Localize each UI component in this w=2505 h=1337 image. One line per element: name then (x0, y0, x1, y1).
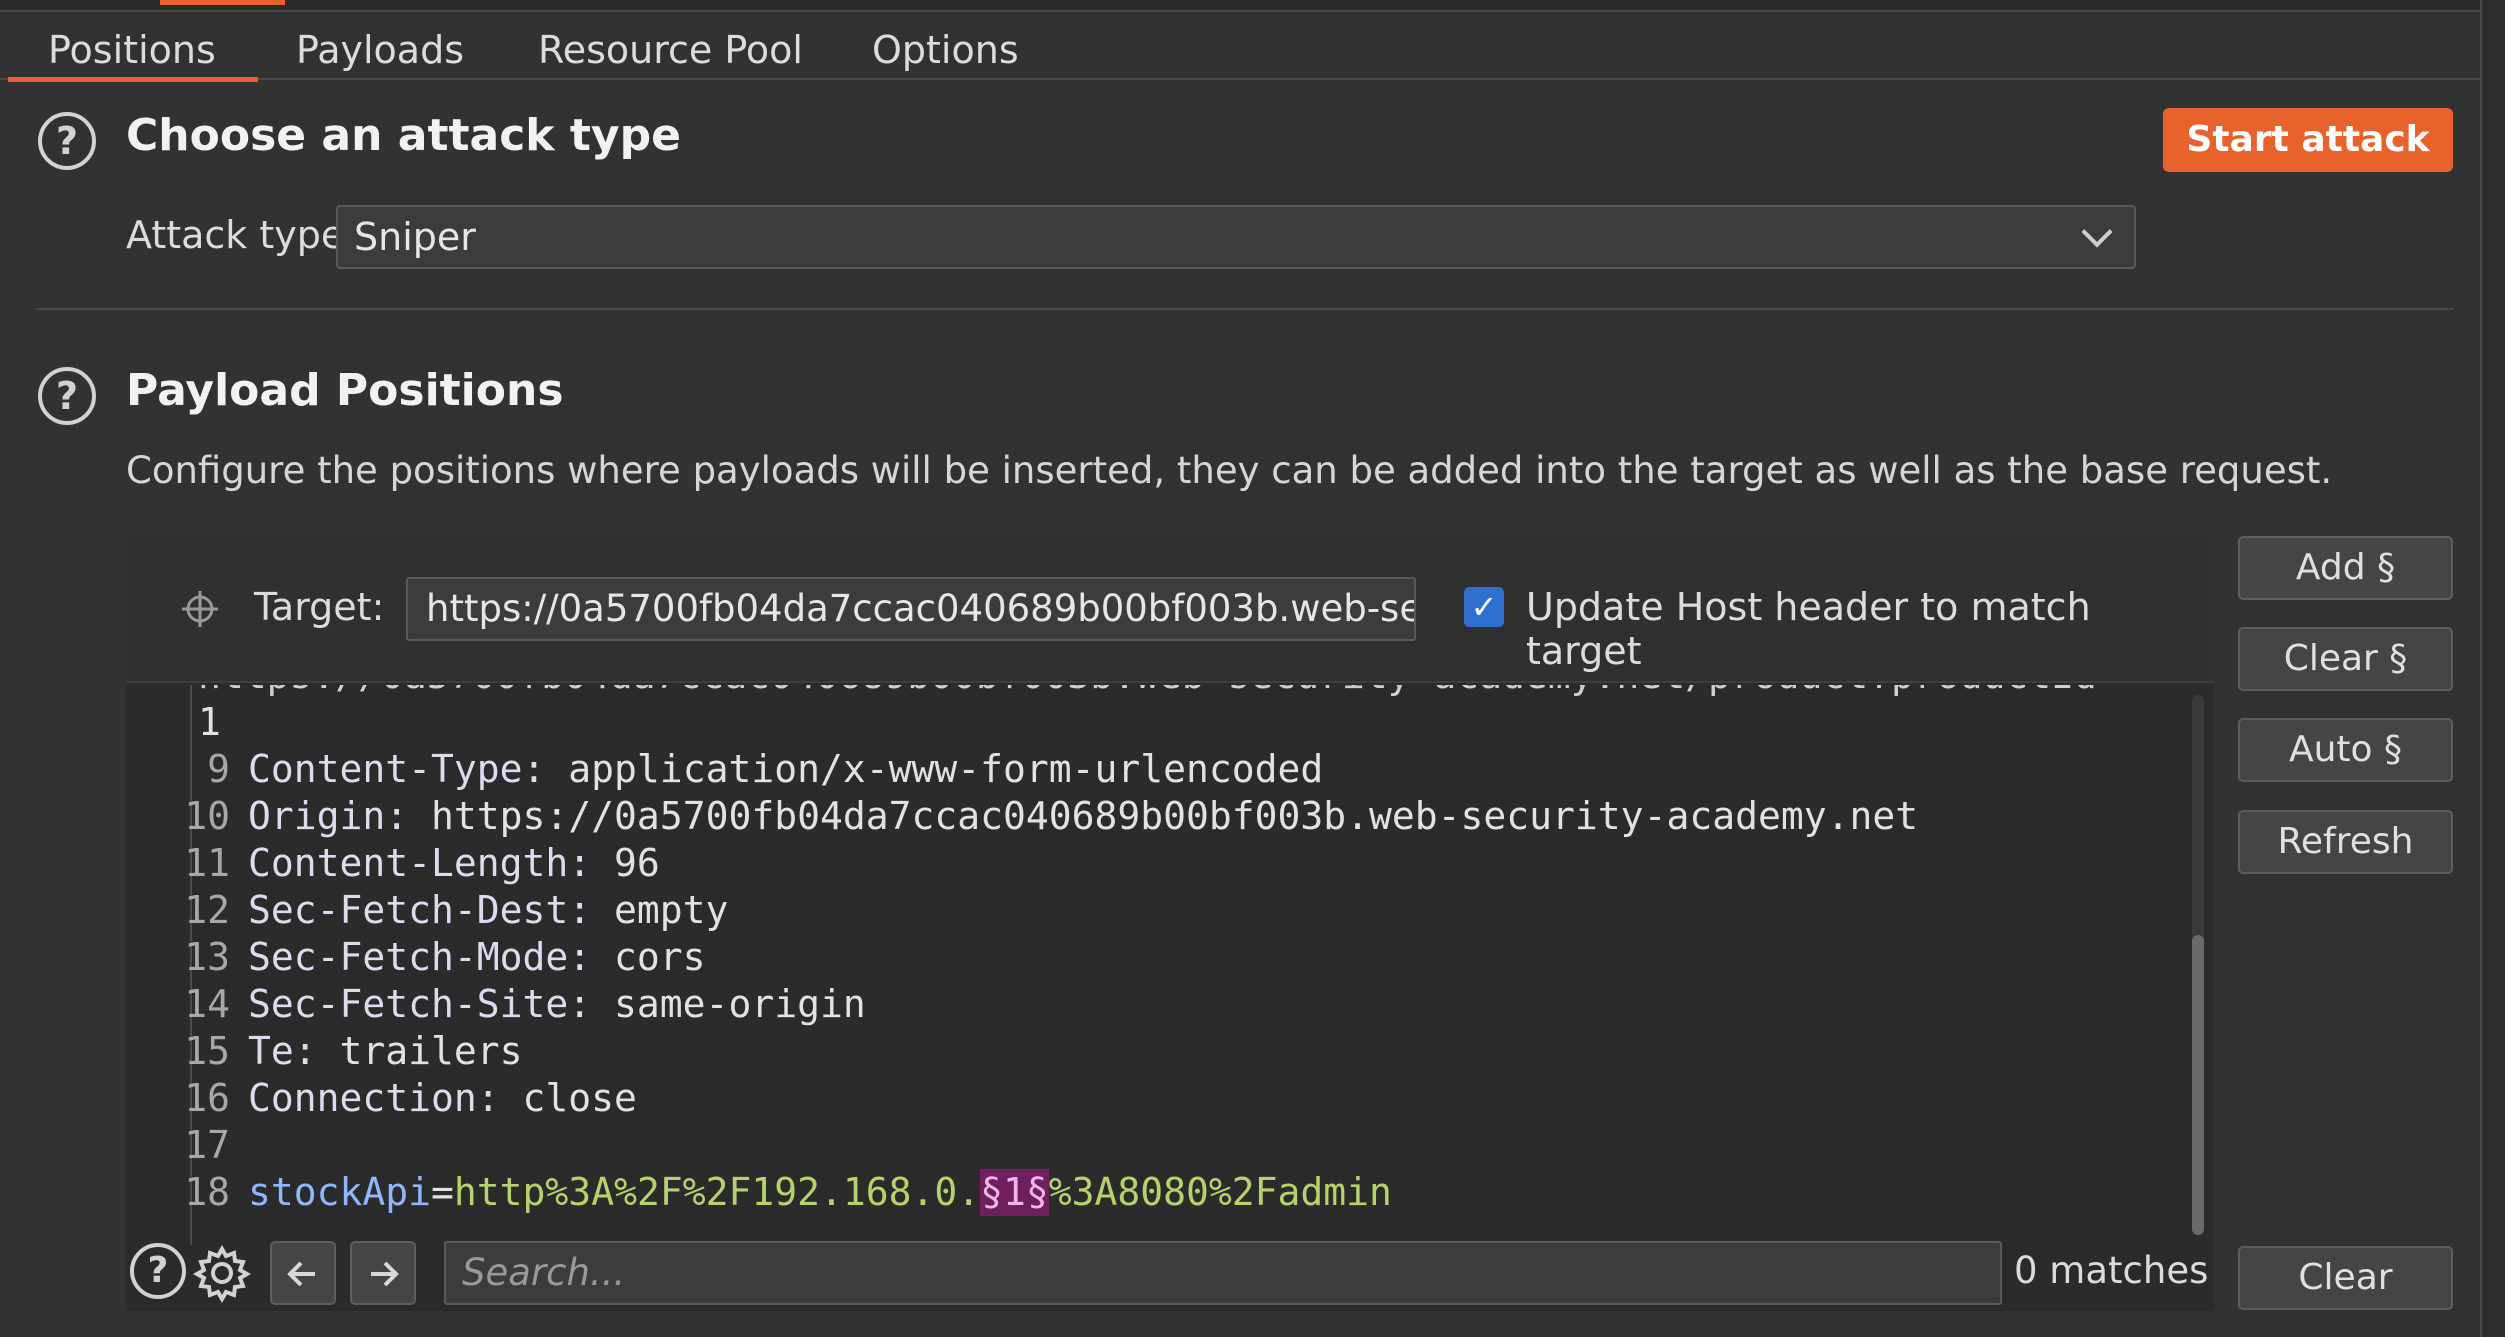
chevron-down-icon (2081, 216, 2113, 248)
line-number: 11 (184, 841, 230, 885)
gear-icon[interactable] (192, 1243, 252, 1303)
header-value: trailers (316, 1029, 523, 1073)
header-value: https://0a5700fb04da7ccac040689b00bf003b… (408, 794, 1919, 838)
update-host-checkbox[interactable]: ✓ (1464, 587, 1504, 627)
request-line: 17 (126, 1122, 1918, 1169)
attack-type-value: Sniper (354, 215, 476, 259)
header-value: same-origin (591, 982, 866, 1026)
section-divider (36, 308, 2454, 310)
line-number: 16 (184, 1076, 230, 1120)
header-value: cors (591, 935, 706, 979)
payload-positions-title: Payload Positions (126, 365, 564, 416)
crosshair-icon (182, 591, 218, 627)
request-editor-panel: Target: https://0a5700fb04da7ccac040689b… (126, 535, 2214, 1311)
header-key: Content-Length: (248, 841, 592, 885)
header-key: Te: (248, 1029, 317, 1073)
param-name: stockApi (248, 1170, 432, 1214)
request-line: 9 Content-Type: application/x-www-form-ur… (126, 746, 1918, 793)
start-attack-button[interactable]: Start attack (2163, 108, 2453, 172)
editor-help-icon[interactable]: ? (130, 1243, 186, 1299)
header-key: Connection: (248, 1076, 500, 1120)
request-line: 15 Te: trailers (126, 1028, 1918, 1075)
header-value: 96 (591, 841, 660, 885)
request-body-line: 18 stockApi = http%3A%2F%2F192.168.0. §1§ %3A… (126, 1169, 1918, 1216)
attack-type-select[interactable]: Sniper (336, 205, 2136, 269)
window-top-strip (0, 0, 2480, 12)
payload-marker[interactable]: §1§ (980, 1169, 1049, 1216)
line-number: 18 (184, 1170, 230, 1214)
header-key: Sec-Fetch-Site: (248, 982, 592, 1026)
line-number: 17 (184, 1123, 230, 1167)
param-value-before: http%3A%2F%2F192.168.0. (453, 1170, 981, 1214)
attack-type-title: Choose an attack type (126, 110, 681, 161)
editor-search-input[interactable]: Search... (444, 1241, 2002, 1305)
request-line: 10 Origin: https://0a5700fb04da7ccac04068… (126, 793, 1918, 840)
scrollbar-thumb[interactable] (2192, 935, 2204, 1235)
payload-positions-description: Configure the positions where payloads w… (126, 449, 2333, 492)
positions-help-icon[interactable]: ? (38, 367, 96, 425)
editor-scrollbar[interactable] (2192, 695, 2204, 1235)
arrow-left-icon (287, 1261, 315, 1287)
right-edge-panel (2480, 0, 2505, 1337)
header-key: Content-Type: (248, 747, 546, 791)
tab-payloads[interactable]: Payloads (296, 22, 464, 78)
clear-button[interactable]: Clear (2238, 1246, 2453, 1310)
header-key: Sec-Fetch-Dest: (248, 888, 592, 932)
target-bar: Target: https://0a5700fb04da7ccac040689b… (126, 535, 2214, 683)
line-number: 12 (184, 888, 230, 932)
back-button[interactable] (270, 1241, 336, 1305)
line-number: 14 (184, 982, 230, 1026)
attack-help-icon[interactable]: ? (38, 112, 96, 170)
forward-button[interactable] (350, 1241, 416, 1305)
target-url-input[interactable]: https://0a5700fb04da7ccac040689b00bf003b… (406, 577, 1416, 641)
add-marker-button[interactable]: Add § (2238, 536, 2453, 600)
auto-marker-button[interactable]: Auto § (2238, 718, 2453, 782)
request-line-partial: https://0a5700fb04da7ccac040689b00bf003b… (198, 685, 2097, 699)
request-line-wrapped: 1 (198, 700, 221, 744)
request-line: 12 Sec-Fetch-Dest: empty (126, 887, 1918, 934)
update-host-label: Update Host header to match target (1526, 585, 2091, 673)
request-code-area[interactable]: https://0a5700fb04da7ccac040689b00bf003b… (126, 685, 2214, 1245)
line-number: 10 (184, 794, 230, 838)
header-key: Origin: (248, 794, 409, 838)
tab-positions[interactable]: Positions (8, 22, 258, 82)
header-value: empty (591, 888, 729, 932)
request-line: 13 Sec-Fetch-Mode: cors (126, 934, 1918, 981)
target-label: Target: (254, 585, 385, 629)
header-key: Sec-Fetch-Mode: (248, 935, 592, 979)
editor-search-bar: ? Search... 0 matches (126, 1235, 2214, 1311)
line-number: 9 (207, 747, 230, 791)
tab-bar: Positions Payloads Resource Pool Options (0, 12, 2480, 82)
attack-type-label: Attack type: (126, 213, 358, 257)
param-value-after: %3A8080%2Fadmin (1048, 1170, 1392, 1214)
search-matches-count: 0 matches (2014, 1249, 2209, 1292)
request-line: 11 Content-Length: 96 (126, 840, 1918, 887)
tab-resource-pool[interactable]: Resource Pool (538, 22, 803, 78)
param-equals: = (431, 1170, 454, 1214)
active-tool-indicator (160, 0, 285, 5)
header-value: application/x-www-form-urlencoded (545, 747, 1324, 791)
header-lines: 9 Content-Type: application/x-www-form-ur… (126, 746, 1918, 1216)
refresh-button[interactable]: Refresh (2238, 810, 2453, 874)
line-number: 13 (184, 935, 230, 979)
header-value: close (499, 1076, 637, 1120)
arrow-right-icon (371, 1261, 399, 1287)
request-line: 16 Connection: close (126, 1075, 1918, 1122)
clear-marker-button[interactable]: Clear § (2238, 627, 2453, 691)
tab-options[interactable]: Options (872, 22, 1019, 78)
line-number: 15 (184, 1029, 230, 1073)
request-line: 14 Sec-Fetch-Site: same-origin (126, 981, 1918, 1028)
